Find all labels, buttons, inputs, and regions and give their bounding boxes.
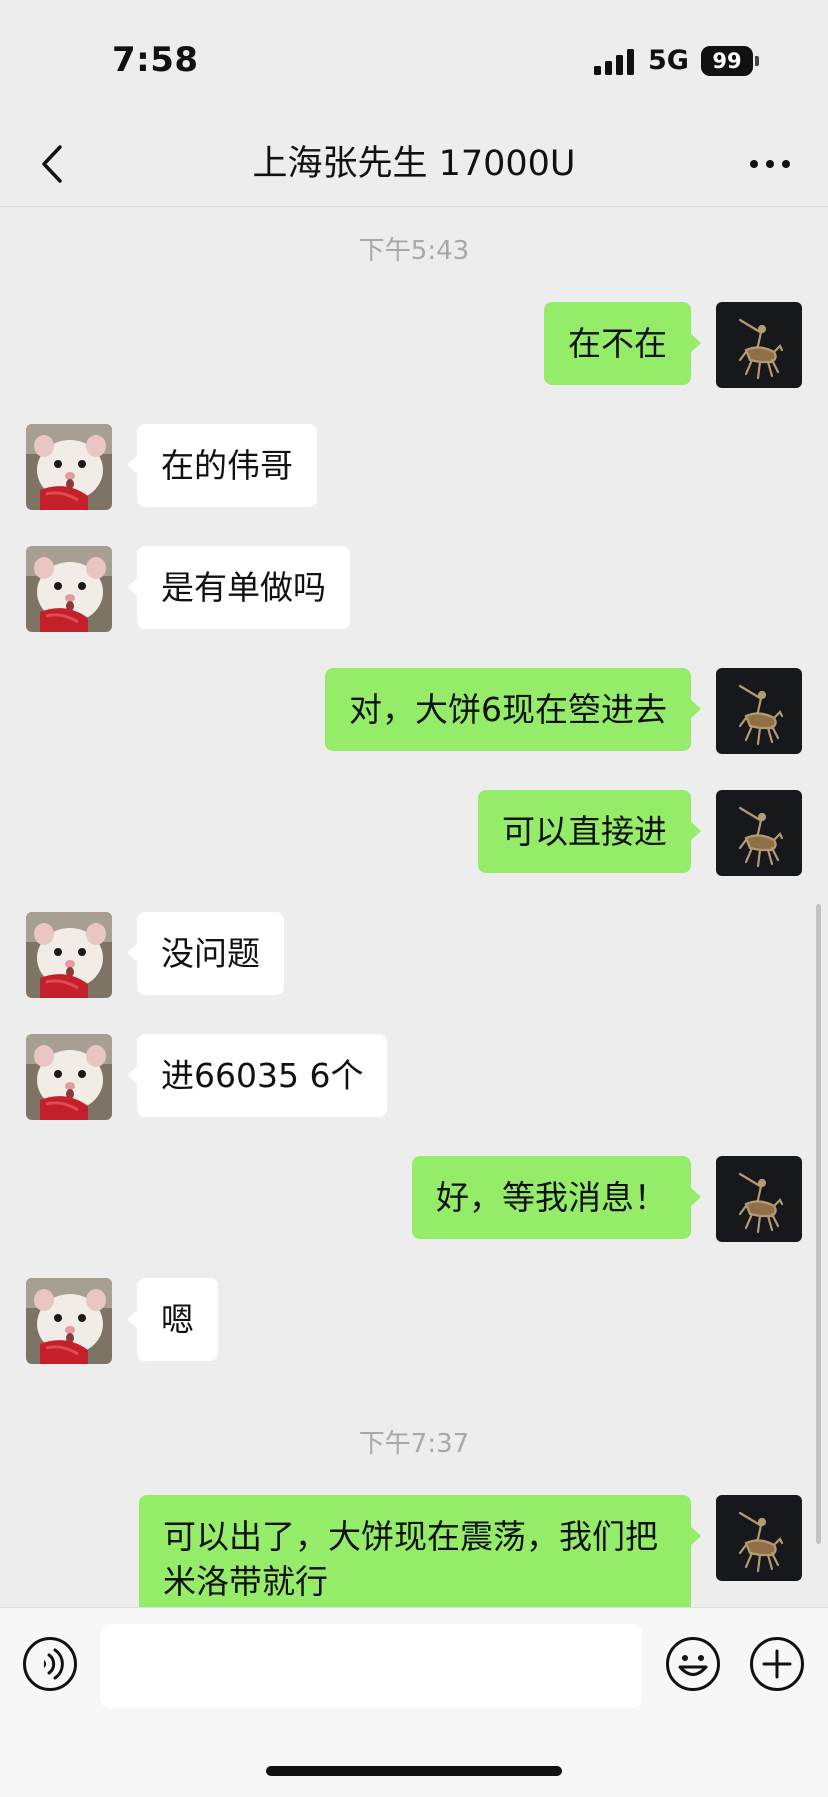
message-bubble-incoming[interactable]: 进66035 6个 bbox=[126, 1034, 388, 1117]
contact-avatar[interactable] bbox=[26, 424, 112, 510]
message-input[interactable] bbox=[100, 1624, 642, 1708]
message-bubble-outgoing[interactable]: 对，大饼6现在箜进去 bbox=[325, 668, 701, 751]
message-bubble-incoming[interactable]: 在的伟哥 bbox=[127, 424, 317, 507]
plus-icon bbox=[750, 1637, 804, 1691]
emoji-button[interactable] bbox=[665, 1636, 721, 1692]
message-bubble-outgoing[interactable]: 好，等我消息！ bbox=[412, 1156, 701, 1239]
my-avatar[interactable] bbox=[716, 790, 802, 876]
chat-header: 上海张先生 17000U bbox=[0, 122, 828, 207]
contact-avatar[interactable] bbox=[26, 1034, 112, 1120]
my-avatar[interactable] bbox=[716, 1156, 802, 1242]
voice-icon bbox=[23, 1637, 77, 1691]
cellular-signal-icon bbox=[594, 49, 636, 75]
voice-button[interactable] bbox=[22, 1636, 78, 1692]
contact-avatar[interactable] bbox=[26, 1278, 112, 1364]
my-avatar[interactable] bbox=[716, 1495, 802, 1581]
timestamp: 下午5:43 bbox=[358, 236, 470, 266]
home-indicator[interactable] bbox=[266, 1766, 562, 1776]
message-bubble-outgoing[interactable]: 可以直接进 bbox=[478, 790, 701, 873]
emoji-icon bbox=[666, 1637, 720, 1691]
message-bubble-outgoing[interactable]: 可以出了，大饼现在震荡，我们把米洛带就行 bbox=[139, 1495, 701, 1607]
more-actions-button[interactable] bbox=[749, 1636, 805, 1692]
status-bar: 7:58 5G 99 bbox=[0, 0, 828, 122]
input-bar bbox=[0, 1607, 828, 1797]
status-time: 7:58 bbox=[112, 40, 199, 80]
my-avatar[interactable] bbox=[716, 668, 802, 754]
message-list[interactable]: 下午5:43 在不在 在的伟哥 是有单做吗 对，大饼6现在箜进去 可以直接进 没… bbox=[0, 207, 828, 1607]
timestamp: 下午7:37 bbox=[358, 1429, 470, 1459]
more-options-button[interactable] bbox=[744, 140, 796, 188]
contact-avatar[interactable] bbox=[26, 912, 112, 998]
chevron-left-icon bbox=[42, 145, 62, 183]
message-bubble-outgoing[interactable]: 在不在 bbox=[544, 302, 701, 385]
contact-avatar[interactable] bbox=[26, 546, 112, 632]
my-avatar[interactable] bbox=[716, 302, 802, 388]
network-type: 5G bbox=[648, 45, 689, 76]
scrollbar[interactable] bbox=[816, 904, 821, 1544]
more-dots-icon bbox=[750, 160, 790, 168]
message-bubble-incoming[interactable]: 是有单做吗 bbox=[127, 546, 350, 629]
battery-icon: 99 bbox=[701, 46, 753, 76]
battery-tip bbox=[755, 56, 759, 66]
message-bubble-incoming[interactable]: 没问题 bbox=[127, 912, 284, 995]
chat-title: 上海张先生 17000U bbox=[252, 144, 576, 184]
message-bubble-incoming[interactable]: 嗯 bbox=[127, 1278, 218, 1361]
back-button[interactable] bbox=[30, 140, 74, 188]
